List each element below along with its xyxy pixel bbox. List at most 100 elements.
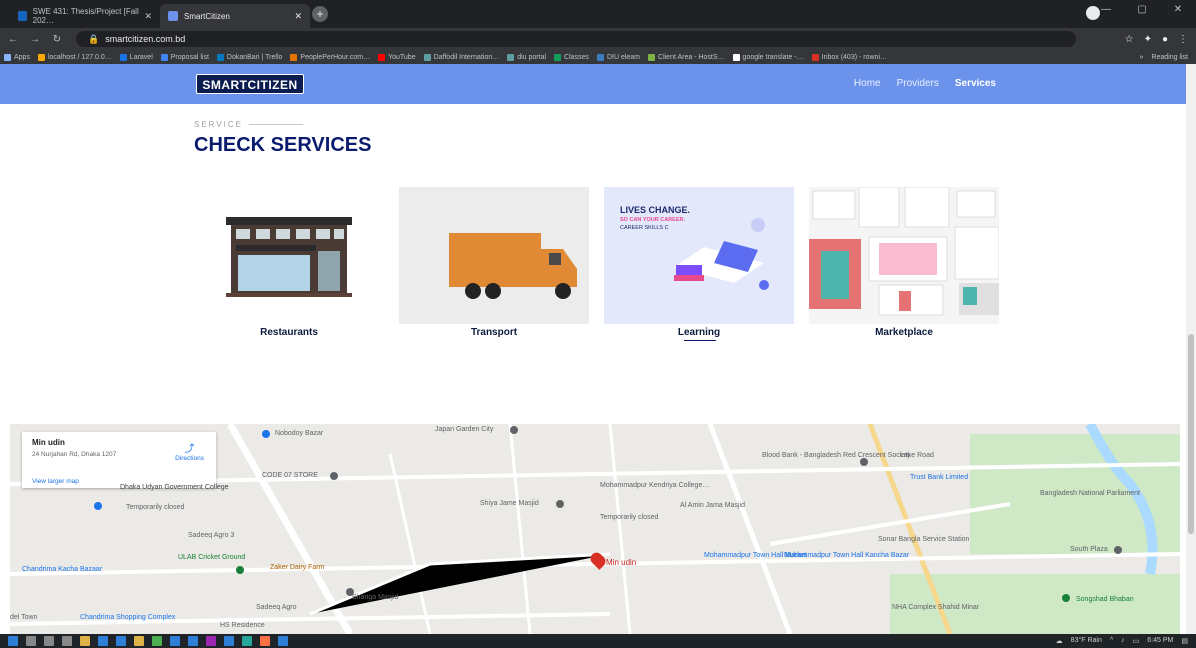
forward-icon[interactable]: → (26, 34, 44, 45)
section-kicker: SERVICE (194, 120, 303, 129)
browser-tab-strip: SWE 431: Thesis/Project [Fall 202… ✕ Sma… (0, 0, 1196, 28)
poi-icon[interactable] (94, 502, 102, 510)
poi-icon[interactable] (556, 500, 564, 508)
taskbar-app-icon[interactable] (278, 636, 288, 646)
bookmark-item[interactable]: Client Area - HostS… (648, 53, 725, 61)
taskbar-app-icon[interactable] (206, 636, 216, 646)
minimize-icon[interactable]: — (1088, 0, 1124, 20)
task-view-icon[interactable] (62, 636, 72, 646)
bookmark-item[interactable]: DokanBari | Trello (216, 53, 282, 61)
map-label: Temporarily closed (126, 504, 185, 511)
poi-icon[interactable] (1062, 594, 1070, 602)
search-icon[interactable] (26, 636, 36, 646)
card-label[interactable]: Learning (604, 327, 794, 338)
cortana-icon[interactable] (44, 636, 54, 646)
bookmark-item[interactable]: Apps (4, 53, 30, 61)
map-label: NHA Complex Shahid Minar (892, 604, 980, 611)
taskbar-app-icon[interactable] (134, 636, 144, 646)
taskbar-app-icon[interactable] (242, 636, 252, 646)
service-card-learning[interactable]: LIVES CHANGE. SO CAN YOUR CAREER. CAREER… (604, 187, 794, 347)
weather-icon[interactable]: ☁ (1056, 637, 1063, 645)
chrome-icon[interactable] (152, 636, 162, 646)
nav-services-link[interactable]: Services (955, 78, 996, 89)
star-icon[interactable]: ☆ (1125, 34, 1134, 45)
maximize-icon[interactable]: ▢ (1124, 0, 1160, 20)
bookmark-item[interactable]: Inbox (403) - rowni… (811, 53, 887, 61)
bookmark-item[interactable]: Proposal list (160, 53, 209, 61)
map-label: Al Amin Jama Masjid (680, 502, 745, 509)
tab-smartcitizen[interactable]: SmartCitizen ✕ (160, 4, 310, 28)
service-cards: Restaurants Transport LIVES CHANGE. SO C… (194, 186, 1000, 347)
tab-swe431[interactable]: SWE 431: Thesis/Project [Fall 202… ✕ (10, 4, 160, 28)
taskbar-app-icon[interactable] (224, 636, 234, 646)
back-icon[interactable]: ← (4, 34, 22, 45)
poi-icon[interactable] (262, 430, 270, 438)
notifications-icon[interactable]: ▤ (1181, 637, 1188, 645)
poi-icon[interactable] (510, 426, 518, 434)
kicker-divider (248, 124, 303, 125)
profile-icon[interactable]: ● (1162, 34, 1168, 45)
bookmark-item[interactable]: localhost / 127.0.0… (37, 53, 112, 61)
map-label: Shiya Jame Masjid (480, 500, 539, 507)
page-scrollbar[interactable] (1186, 64, 1196, 634)
extensions-icon[interactable]: ✦ (1144, 34, 1152, 45)
bookmark-item[interactable]: google translate -… (732, 53, 804, 61)
tray-chevron-icon[interactable]: ^ (1110, 637, 1113, 645)
bookmark-item[interactable]: DIU eleam (596, 53, 640, 61)
card-label[interactable]: Transport (399, 327, 589, 338)
reading-list-button[interactable]: Reading list (1151, 54, 1188, 61)
os-taskbar: ☁ 83°F Rain ^ ♪ ▭ 6:45 PM ▤ (0, 634, 1196, 648)
poi-icon[interactable] (1114, 546, 1122, 554)
reload-icon[interactable]: ↻ (48, 34, 66, 45)
map-embed[interactable]: Min udin 24 Nurjahan Rd, Dhaka 1207 View… (10, 424, 1180, 634)
service-card-marketplace[interactable]: Marketplace (809, 186, 1000, 347)
volume-icon[interactable]: ♪ (1121, 637, 1125, 645)
service-card-restaurants[interactable]: Restaurants (194, 187, 384, 347)
directions-label: Directions (175, 455, 204, 462)
close-tab-icon[interactable]: ✕ (144, 11, 152, 22)
new-tab-icon[interactable]: + (312, 6, 328, 22)
nav-home-link[interactable]: Home (854, 78, 881, 89)
menu-icon[interactable]: ⋮ (1178, 34, 1188, 45)
map-label: Mohammadpur Kendriya College… (600, 482, 710, 489)
firefox-icon[interactable] (260, 636, 270, 646)
clock[interactable]: 6:45 PM (1147, 637, 1173, 645)
taskbar-app-icon[interactable] (188, 636, 198, 646)
map-label: Zaker Dairy Farm (270, 564, 325, 571)
taskbar-app-icon[interactable] (116, 636, 126, 646)
bookmark-item[interactable]: diu portal (507, 53, 546, 61)
weather-text[interactable]: 83°F Rain (1071, 637, 1102, 645)
poi-icon[interactable] (236, 566, 244, 574)
map-label: ULAB Cricket Ground (178, 554, 246, 561)
view-larger-map-link[interactable]: View larger map (32, 478, 79, 485)
nav-providers-link[interactable]: Providers (897, 78, 939, 89)
poi-icon[interactable] (860, 458, 868, 466)
bookmark-item[interactable]: PeoplePerHour.com… (290, 53, 370, 61)
bookmark-item[interactable]: Daffodil Internation… (423, 53, 499, 61)
map-label: Dhaka Udyan Government College (120, 484, 229, 491)
windows-start-icon[interactable] (8, 636, 18, 646)
more-bookmarks-icon[interactable]: » (1140, 54, 1144, 61)
map-label: Trust Bank Limited (910, 474, 969, 481)
scrollbar-thumb[interactable] (1188, 334, 1194, 534)
file-explorer-icon[interactable] (80, 636, 90, 646)
vscode-icon[interactable] (170, 636, 180, 646)
map-info-card: Min udin 24 Nurjahan Rd, Dhaka 1207 View… (22, 432, 216, 488)
bookmark-item[interactable]: YouTube (378, 53, 416, 61)
close-window-icon[interactable]: ✕ (1160, 0, 1196, 20)
url-input[interactable]: 🔒 smartcitizen.com.bd (76, 31, 1076, 47)
service-card-transport[interactable]: Transport (399, 187, 589, 347)
active-underline (684, 340, 716, 341)
bookmark-item[interactable]: Laravel (119, 53, 153, 61)
bookmark-item[interactable]: Classes (554, 53, 589, 61)
map-label: Temporarily closed (600, 514, 659, 521)
site-logo[interactable]: SMARTCITIZEN (196, 74, 304, 94)
card-label[interactable]: Marketplace (809, 327, 999, 338)
poi-icon[interactable] (346, 588, 354, 596)
card-label[interactable]: Restaurants (194, 327, 384, 338)
taskbar-app-icon[interactable] (98, 636, 108, 646)
poi-icon[interactable] (330, 472, 338, 480)
close-tab-icon[interactable]: ✕ (294, 11, 302, 22)
directions-button[interactable]: ⤴ Directions (175, 440, 204, 462)
network-icon[interactable]: ▭ (1133, 637, 1140, 645)
